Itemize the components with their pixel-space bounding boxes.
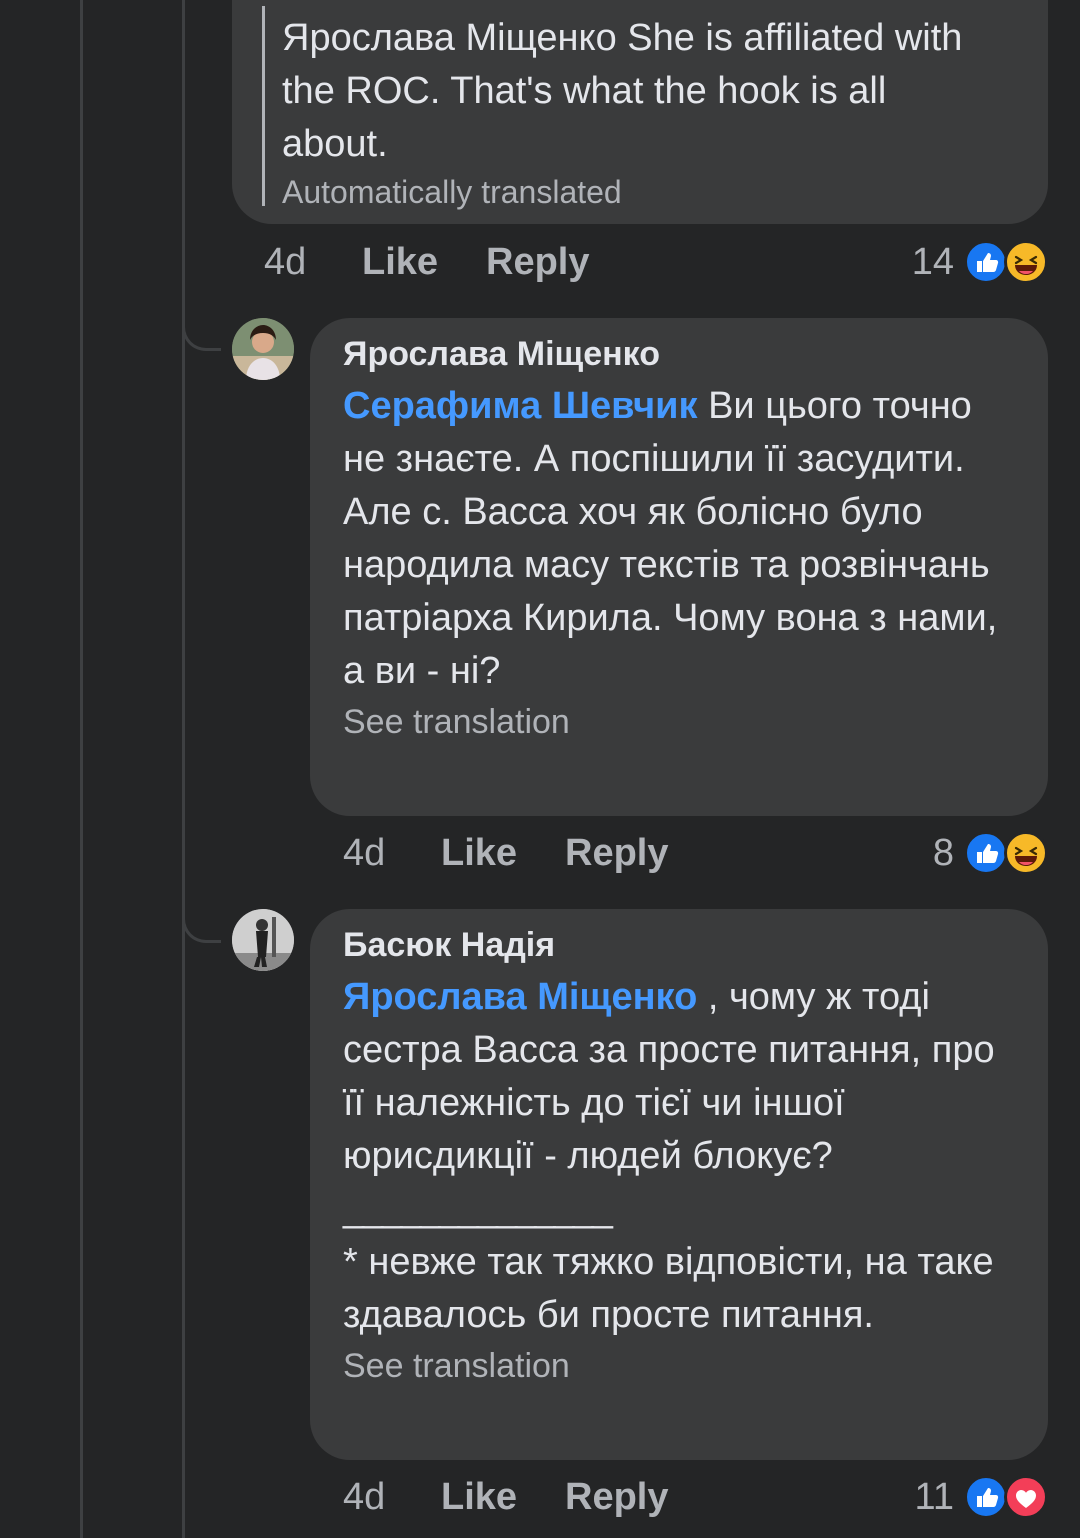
- comment-actions: 4d Like Reply: [343, 1467, 668, 1527]
- quote-bar: [262, 6, 265, 206]
- comment-text: Серафима Шевчик Ви цього точно не знаєте…: [343, 380, 1008, 698]
- comment-body: Ви цього точно не знаєте. А поспішили її…: [343, 385, 998, 692]
- comment-actions: 4d Like Reply: [343, 823, 668, 883]
- reaction-count: 14: [911, 240, 954, 283]
- mention-link[interactable]: Ярослава Міщенко: [343, 976, 697, 1018]
- comment-time[interactable]: 4d: [343, 1476, 441, 1519]
- see-translation-link[interactable]: See translation: [343, 1344, 1008, 1388]
- comment-time[interactable]: 4d: [343, 832, 441, 875]
- like-button[interactable]: Like: [441, 832, 565, 875]
- reaction-count: 11: [914, 1475, 954, 1518]
- like-icon: [964, 831, 1008, 875]
- like-icon: [964, 240, 1008, 284]
- see-translation-link[interactable]: See translation: [343, 700, 1008, 744]
- like-button[interactable]: Like: [362, 241, 486, 284]
- comment-author[interactable]: Ярослава Міщенко: [343, 332, 1008, 376]
- avatar[interactable]: [232, 909, 294, 971]
- comment-time[interactable]: 4d: [264, 241, 362, 284]
- reply-button[interactable]: Reply: [486, 241, 589, 284]
- translation-note: Automatically translated: [282, 174, 622, 210]
- comment-text-secondary: * невже так тяжко відповісти, на таке зд…: [343, 1241, 994, 1336]
- comment-bubble: Ярослава Міщенко Серафима Шевчик Ви цьог…: [310, 318, 1048, 816]
- mention-link[interactable]: Серафима Шевчик: [343, 385, 698, 427]
- comment-actions: 4d Like Reply: [264, 232, 589, 292]
- comment-text: Ярослава Міщенко , чому ж тоді сестра Ва…: [343, 971, 1008, 1183]
- thread-line-inner: [182, 0, 185, 1538]
- reply-button[interactable]: Reply: [565, 1476, 668, 1519]
- thread-branch: [182, 300, 221, 351]
- reaction-summary[interactable]: 14: [912, 232, 1048, 292]
- reaction-summary[interactable]: 8: [933, 823, 1048, 883]
- haha-icon: [1004, 831, 1048, 875]
- comment-author[interactable]: Басюк Надія: [343, 923, 1008, 967]
- comment-bubble: Ярослава Міщенко She is affiliated with …: [232, 0, 1048, 224]
- comment-bubble: Басюк Надія Ярослава Міщенко , чому ж то…: [310, 909, 1048, 1460]
- reaction-summary[interactable]: 11: [915, 1467, 1048, 1527]
- comment-text: Ярослава Міщенко She is affiliated with …: [282, 17, 963, 165]
- like-icon: [964, 1475, 1008, 1519]
- love-icon: [1004, 1475, 1048, 1519]
- thread-line-outer: [80, 0, 83, 1538]
- avatar[interactable]: [232, 318, 294, 380]
- haha-icon: [1004, 240, 1048, 284]
- reaction-count: 8: [932, 831, 954, 874]
- reply-button[interactable]: Reply: [565, 832, 668, 875]
- thread-branch: [182, 892, 221, 943]
- text-divider: ______________: [343, 1188, 613, 1230]
- like-button[interactable]: Like: [441, 1476, 565, 1519]
